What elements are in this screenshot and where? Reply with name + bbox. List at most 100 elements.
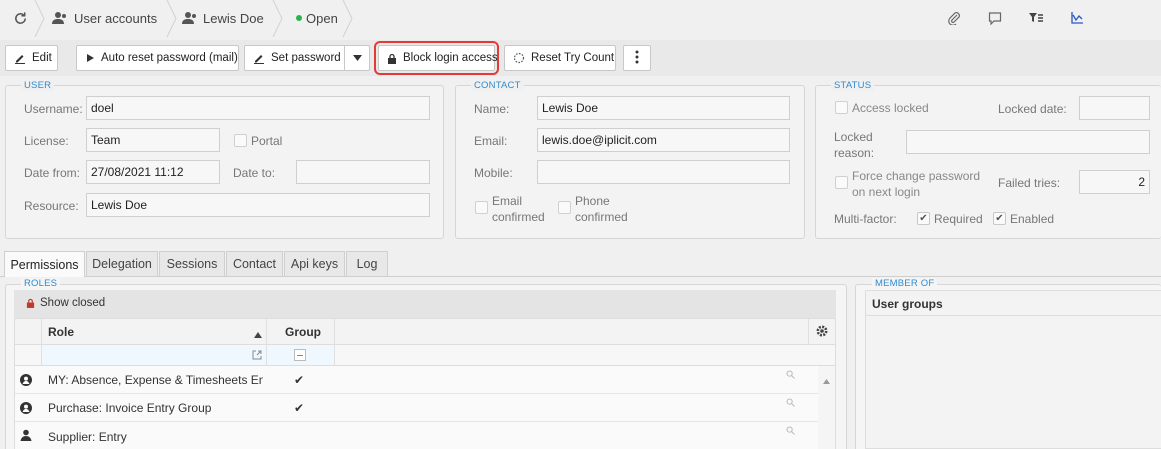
paperclip-icon[interactable] — [946, 10, 962, 26]
breadcrumb-record[interactable]: Lewis Doe — [203, 0, 264, 37]
access-locked-checkbox[interactable] — [835, 101, 848, 114]
phone-confirmed-label: Phone confirmed — [575, 194, 628, 224]
tab-permissions[interactable]: Permissions — [4, 251, 85, 277]
member-of-section-title: MEMBER OF — [872, 278, 938, 289]
status-badge: Open — [306, 11, 338, 26]
toolbar: Edit Auto reset password (mail) Set pass… — [0, 40, 1161, 76]
resource-label: Resource: — [24, 199, 79, 213]
search-icon[interactable] — [786, 368, 795, 382]
contact-section-title: CONTACT — [471, 80, 524, 91]
email-confirmed-checkbox[interactable] — [475, 201, 488, 214]
roles-section-title: ROLES — [21, 278, 61, 289]
status-dot — [296, 15, 302, 21]
date-from-label: Date from: — [24, 166, 81, 180]
tab-api-keys[interactable]: Api keys — [284, 251, 345, 276]
breadcrumb-user-accounts[interactable]: User accounts — [74, 0, 157, 37]
role-filter-input[interactable] — [42, 345, 266, 366]
auto-reset-password-button[interactable]: Auto reset password (mail) — [76, 45, 239, 71]
sort-asc-icon[interactable] — [254, 327, 262, 341]
role-name: Supplier: Entry — [48, 430, 127, 444]
resource-field[interactable]: Lewis Doe — [86, 193, 430, 217]
role-name: MY: Absence, Expense & Timesheets En... — [48, 373, 263, 387]
refresh-icon[interactable] — [12, 10, 28, 26]
locked-date-label: Locked date: — [998, 102, 1067, 116]
username-label: Username: — [24, 102, 83, 116]
set-password-label: Set password — [271, 52, 341, 64]
lock-icon — [26, 297, 35, 311]
date-to-label: Date to: — [233, 166, 276, 180]
access-locked-label: Access locked — [852, 101, 929, 115]
name-field[interactable]: Lewis Doe — [537, 96, 790, 120]
search-icon[interactable] — [786, 396, 795, 410]
block-login-label: Block login access — [403, 52, 498, 64]
email-field[interactable]: lewis.doe@iplicit.com — [537, 128, 790, 152]
tab-delegation[interactable]: Delegation — [86, 251, 158, 276]
date-to-field[interactable] — [296, 160, 430, 184]
pencil-icon — [253, 52, 265, 64]
caret-down-icon — [352, 52, 362, 64]
force-change-password-label: Force change password on next login — [852, 169, 981, 199]
lock-icon — [387, 53, 397, 64]
search-icon[interactable] — [786, 424, 795, 438]
portal-label: Portal — [251, 134, 283, 148]
mfa-required-label: Required — [934, 212, 983, 226]
tab-sessions[interactable]: Sessions — [159, 251, 225, 276]
mobile-field[interactable] — [537, 160, 790, 184]
external-link-icon[interactable] — [252, 349, 262, 363]
play-icon — [85, 53, 95, 63]
gear-icon[interactable] — [815, 324, 829, 341]
group-check: ✔ — [294, 373, 305, 387]
username-field[interactable]: doel — [86, 96, 430, 120]
reset-try-count-button[interactable]: Reset Try Count — [504, 45, 616, 71]
name-label: Name: — [474, 102, 510, 116]
license-field[interactable]: Team — [86, 128, 220, 152]
filter-list-icon[interactable] — [1028, 10, 1044, 26]
date-from-field[interactable]: 27/08/2021 11:12 — [86, 160, 220, 184]
reset-try-count-label: Reset Try Count — [531, 52, 615, 64]
mfa-enabled-checkbox[interactable]: ✔ — [993, 212, 1006, 225]
license-label: License: — [24, 134, 69, 148]
column-header-role[interactable]: Role — [48, 325, 74, 339]
email-confirmed-label: Email confirmed — [492, 194, 545, 224]
edit-button[interactable]: Edit — [5, 45, 58, 71]
pencil-icon — [14, 52, 26, 64]
portal-checkbox[interactable] — [234, 134, 247, 147]
locked-date-field[interactable] — [1079, 96, 1150, 120]
chart-icon[interactable] — [1069, 10, 1085, 26]
group-check: ✔ — [294, 401, 305, 415]
single-user-icon — [20, 429, 32, 444]
multifactor-label: Multi-factor: — [834, 212, 897, 226]
tab-contact[interactable]: Contact — [226, 251, 283, 276]
tab-log[interactable]: Log — [346, 251, 388, 276]
status-section-title: STATUS — [831, 80, 875, 91]
failed-tries-field[interactable]: 2 — [1079, 170, 1150, 194]
column-header-group[interactable]: Group — [285, 325, 321, 339]
block-login-access-button[interactable]: Block login access — [374, 41, 499, 75]
group-user-icon — [20, 402, 32, 417]
role-name: Purchase: Invoice Entry Group — [48, 401, 212, 415]
mfa-enabled-label: Enabled — [1010, 212, 1055, 226]
set-password-button[interactable]: Set password — [244, 45, 345, 71]
user-icon — [182, 10, 198, 26]
locked-reason-field[interactable] — [906, 130, 1150, 154]
phone-confirmed-checkbox[interactable] — [558, 201, 571, 214]
users-icon — [52, 10, 68, 26]
group-filter-checkbox[interactable] — [294, 349, 306, 361]
group-user-icon — [20, 374, 32, 389]
kebab-icon — [635, 50, 639, 67]
mfa-required-checkbox[interactable]: ✔ — [917, 212, 930, 225]
roles-grid-header — [15, 319, 835, 345]
auto-reset-label: Auto reset password (mail) — [101, 52, 238, 64]
user-section-title: USER — [21, 80, 55, 91]
comment-icon[interactable] — [987, 10, 1003, 26]
set-password-dropdown[interactable] — [344, 45, 370, 71]
roles-toolbar — [14, 290, 836, 318]
force-change-password-checkbox[interactable] — [835, 176, 848, 189]
user-groups-header: User groups — [872, 297, 943, 311]
more-actions-button[interactable] — [623, 45, 651, 71]
edit-label: Edit — [32, 52, 52, 64]
scroll-up-icon[interactable] — [823, 373, 830, 387]
show-closed-toggle[interactable]: Show closed — [40, 297, 105, 309]
mobile-label: Mobile: — [474, 166, 513, 180]
locked-reason-label: Locked reason: — [834, 130, 875, 160]
